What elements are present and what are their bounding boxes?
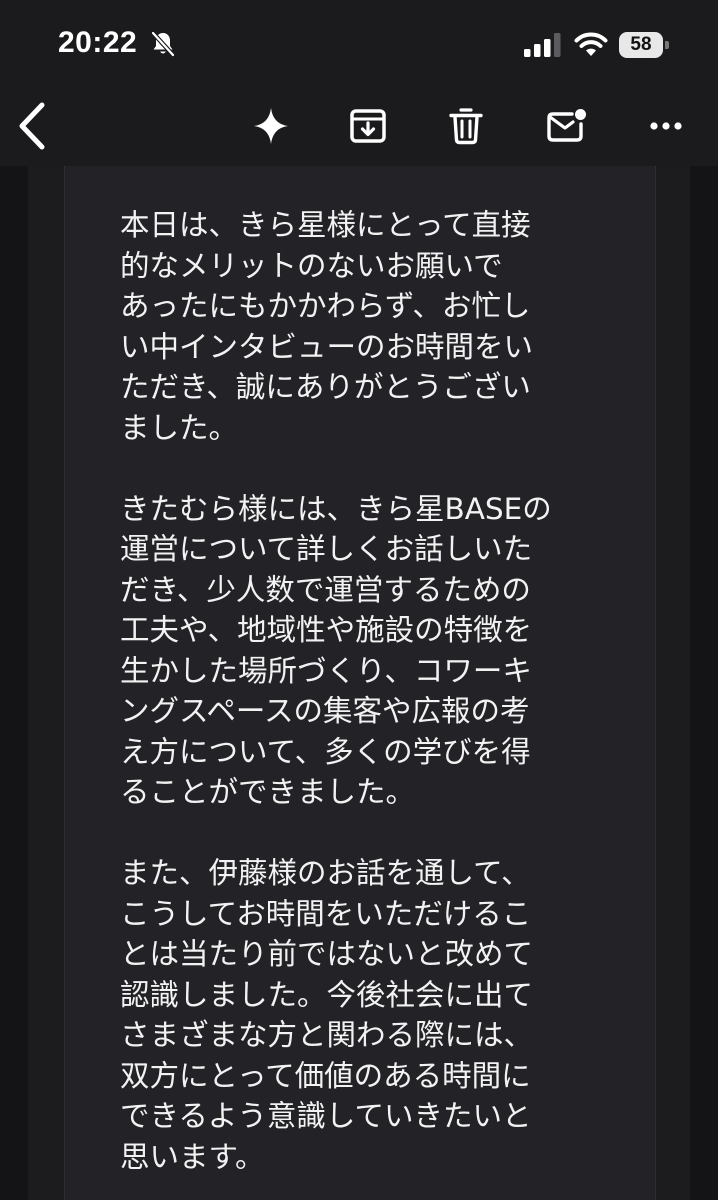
more-icon	[650, 122, 682, 130]
status-bar: 20:22 58	[0, 0, 718, 90]
archive-button[interactable]	[338, 96, 398, 156]
body-line: ることができました。	[120, 775, 416, 809]
body-line: 運営について詳しくお話しいた	[120, 532, 533, 566]
back-chevron-icon	[19, 102, 45, 150]
battery-level: 58	[619, 32, 663, 58]
trash-icon	[449, 108, 483, 145]
mark-unread-button[interactable]	[537, 96, 597, 156]
bell-slash-icon	[151, 31, 175, 57]
back-button[interactable]	[2, 96, 62, 156]
delete-button[interactable]	[436, 96, 496, 156]
body-line: 本日は、きら星様にとって直接	[120, 208, 531, 242]
wifi-icon	[574, 32, 608, 56]
paragraph-2: きたむら様には、きら星BASEの 運営について詳しくお話しいた だき、少人数で運…	[120, 489, 600, 813]
cellular-signal-icon	[524, 33, 561, 57]
body-line: だき、少人数で運営するための	[120, 572, 531, 607]
paragraph-3: また、伊藤様のお話を通して、 こうしてお時間をいただけるこ とは当たり前ではない…	[120, 853, 600, 1177]
archive-icon	[350, 109, 386, 143]
body-line: こうしてお時間をいただけるこ	[120, 896, 532, 931]
body-line: 認識しました。今後社会に出て	[120, 977, 534, 1012]
body-line: 双方にとって価値のある時間に	[120, 1058, 531, 1093]
body-line: また、伊藤様のお話を通して、	[120, 856, 531, 890]
more-options-button[interactable]	[636, 96, 696, 156]
body-line: きたむら様には、きら星BASEの	[120, 491, 552, 526]
body-line: とは当たり前ではないと改めて	[120, 937, 534, 971]
body-line: 思います。	[120, 1139, 265, 1174]
body-line: い中インタビューのお時間をい	[120, 329, 534, 364]
email-body: 本日は、きら星様にとって直接 的なメリットのないお願いで あったにもかかわらず、…	[120, 205, 600, 1177]
paragraph-1: 本日は、きら星様にとって直接 的なメリットのないお願いで あったにもかかわらず、…	[120, 205, 600, 448]
body-line: 的なメリットのないお願いで	[120, 248, 503, 283]
body-line: ングスペースの集客や広報の考	[120, 694, 530, 728]
body-line: さまざまな方と関わる際には、	[120, 1018, 534, 1052]
sparkle-icon	[254, 108, 288, 144]
body-line: 生かした場所づくり、コワーキ	[120, 653, 532, 688]
body-line: え方について、多くの学びを得	[120, 734, 531, 769]
body-line: あったにもかかわらず、お忙し	[120, 289, 531, 323]
email-screen: 20:22 58 本日は、きら星様にとって直接 的なメリットのないお願いで あっ…	[0, 0, 718, 1200]
status-time: 20:22	[58, 26, 138, 59]
body-line: 工夫や、地域性や施設の特徴を	[120, 613, 533, 647]
body-line: ました。	[120, 410, 239, 445]
body-line: できるよう意識していきたいと	[120, 1099, 532, 1133]
email-toolbar	[0, 90, 718, 166]
battery-icon: 58	[619, 32, 669, 58]
body-line: ただき、誠にありがとうござい	[120, 370, 531, 404]
mark-unread-icon	[547, 109, 586, 142]
ai-summary-button[interactable]	[241, 96, 301, 156]
battery-cap	[665, 41, 669, 49]
